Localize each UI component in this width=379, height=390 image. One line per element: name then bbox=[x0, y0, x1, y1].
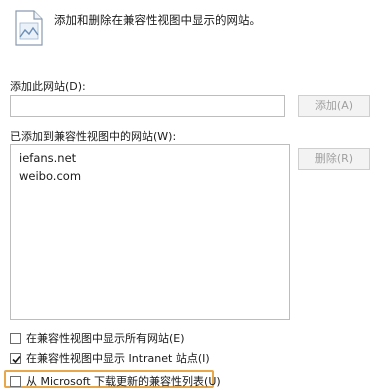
site-list-label: 已添加到兼容性视图中的网站(W): bbox=[10, 130, 177, 143]
option-show-intranet[interactable]: 在兼容性视图中显示 Intranet 站点(I) bbox=[10, 350, 210, 366]
add-site-input[interactable] bbox=[10, 95, 285, 117]
checkbox-show-intranet[interactable] bbox=[10, 352, 21, 364]
option-label: 从 Microsoft 下载更新的兼容性列表(U) bbox=[26, 375, 221, 388]
option-label: 在兼容性视图中显示 Intranet 站点(I) bbox=[26, 352, 210, 365]
checkbox-show-all-sites[interactable] bbox=[10, 332, 21, 344]
list-item[interactable]: iefans.net bbox=[19, 151, 76, 165]
option-show-all-sites[interactable]: 在兼容性视图中显示所有网站(E) bbox=[10, 330, 185, 346]
list-item[interactable]: weibo.com bbox=[19, 169, 81, 183]
compatibility-view-icon bbox=[14, 10, 44, 46]
option-download-list[interactable]: 从 Microsoft 下载更新的兼容性列表(U) bbox=[10, 373, 221, 389]
add-site-label: 添加此网站(D): bbox=[10, 80, 86, 93]
site-list[interactable]: iefans.net weibo.com bbox=[10, 144, 290, 320]
checkmark-icon bbox=[12, 355, 21, 363]
checkbox-download-list[interactable] bbox=[10, 375, 21, 387]
header-description: 添加和删除在兼容性视图中显示的网站。 bbox=[54, 13, 261, 27]
option-label: 在兼容性视图中显示所有网站(E) bbox=[26, 332, 185, 345]
remove-button[interactable]: 删除(R) bbox=[298, 148, 370, 170]
add-button[interactable]: 添加(A) bbox=[298, 95, 370, 117]
